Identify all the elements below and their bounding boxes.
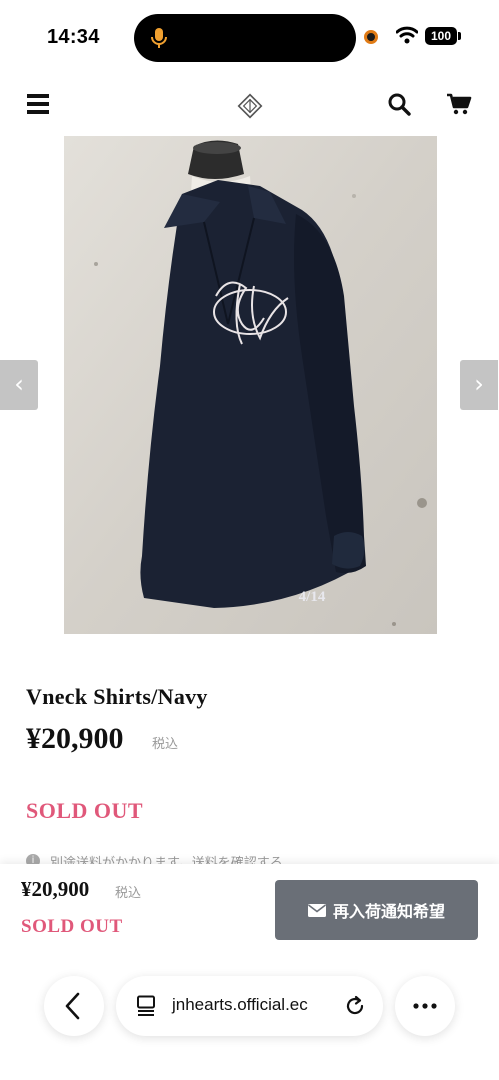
status-bar: 14:34 100 <box>0 0 499 72</box>
mail-icon <box>307 903 326 917</box>
site-header <box>0 80 499 130</box>
sticky-sold-out-label: SOLD OUT <box>21 916 123 937</box>
dynamic-island <box>134 14 356 62</box>
next-image-button[interactable]: › <box>460 360 498 410</box>
reload-icon[interactable] <box>344 995 366 1017</box>
browser-more-button[interactable] <box>395 976 455 1036</box>
sticky-price: ¥20,900 <box>21 877 90 901</box>
url-text[interactable]: jnhearts.official.ec <box>172 995 308 1015</box>
wifi-icon <box>396 26 418 44</box>
product-price: ¥20,900 <box>26 722 124 755</box>
product-gallery[interactable]: 4/14 ‹ › <box>0 136 499 634</box>
restock-notify-button[interactable]: 再入荷通知希望 <box>275 880 478 940</box>
menu-icon[interactable] <box>27 94 49 114</box>
tax-label: 税込 <box>152 737 179 752</box>
image-counter: 4/14 <box>298 589 326 605</box>
product-photo[interactable]: 4/14 <box>64 136 437 634</box>
browser-back-button[interactable] <box>44 976 104 1036</box>
address-bar[interactable]: jnhearts.official.ec <box>116 976 383 1036</box>
chevron-left-icon <box>65 992 80 1020</box>
product-title: Vneck Shirts/Navy <box>26 684 208 709</box>
previous-image-button[interactable]: ‹ <box>0 360 38 410</box>
sticky-purchase-bar: ¥20,900 税込 SOLD OUT 再入荷通知希望 <box>0 864 499 1080</box>
cart-icon[interactable] <box>446 92 472 116</box>
shipping-note[interactable]: i 別途送料がかかります。送料を確認する <box>26 852 486 864</box>
sticky-tax-label: 税込 <box>115 886 142 901</box>
restock-notify-label: 再入荷通知希望 <box>332 902 445 921</box>
info-icon: i <box>26 854 40 864</box>
search-icon[interactable] <box>387 92 411 116</box>
battery-indicator: 100 <box>425 27 457 45</box>
microphone-icon <box>151 28 167 48</box>
more-dots-icon <box>413 1003 437 1009</box>
logo-icon[interactable] <box>236 92 264 120</box>
camera-indicator-icon <box>364 30 378 44</box>
page-tab-icon <box>137 995 155 1016</box>
shipping-note-text[interactable]: 別途送料がかかります。送料を確認する <box>50 856 283 864</box>
shirt-illustration <box>64 136 437 634</box>
battery-nub <box>458 32 461 40</box>
status-time: 14:34 <box>47 26 100 48</box>
sold-out-label: SOLD OUT <box>26 798 144 823</box>
